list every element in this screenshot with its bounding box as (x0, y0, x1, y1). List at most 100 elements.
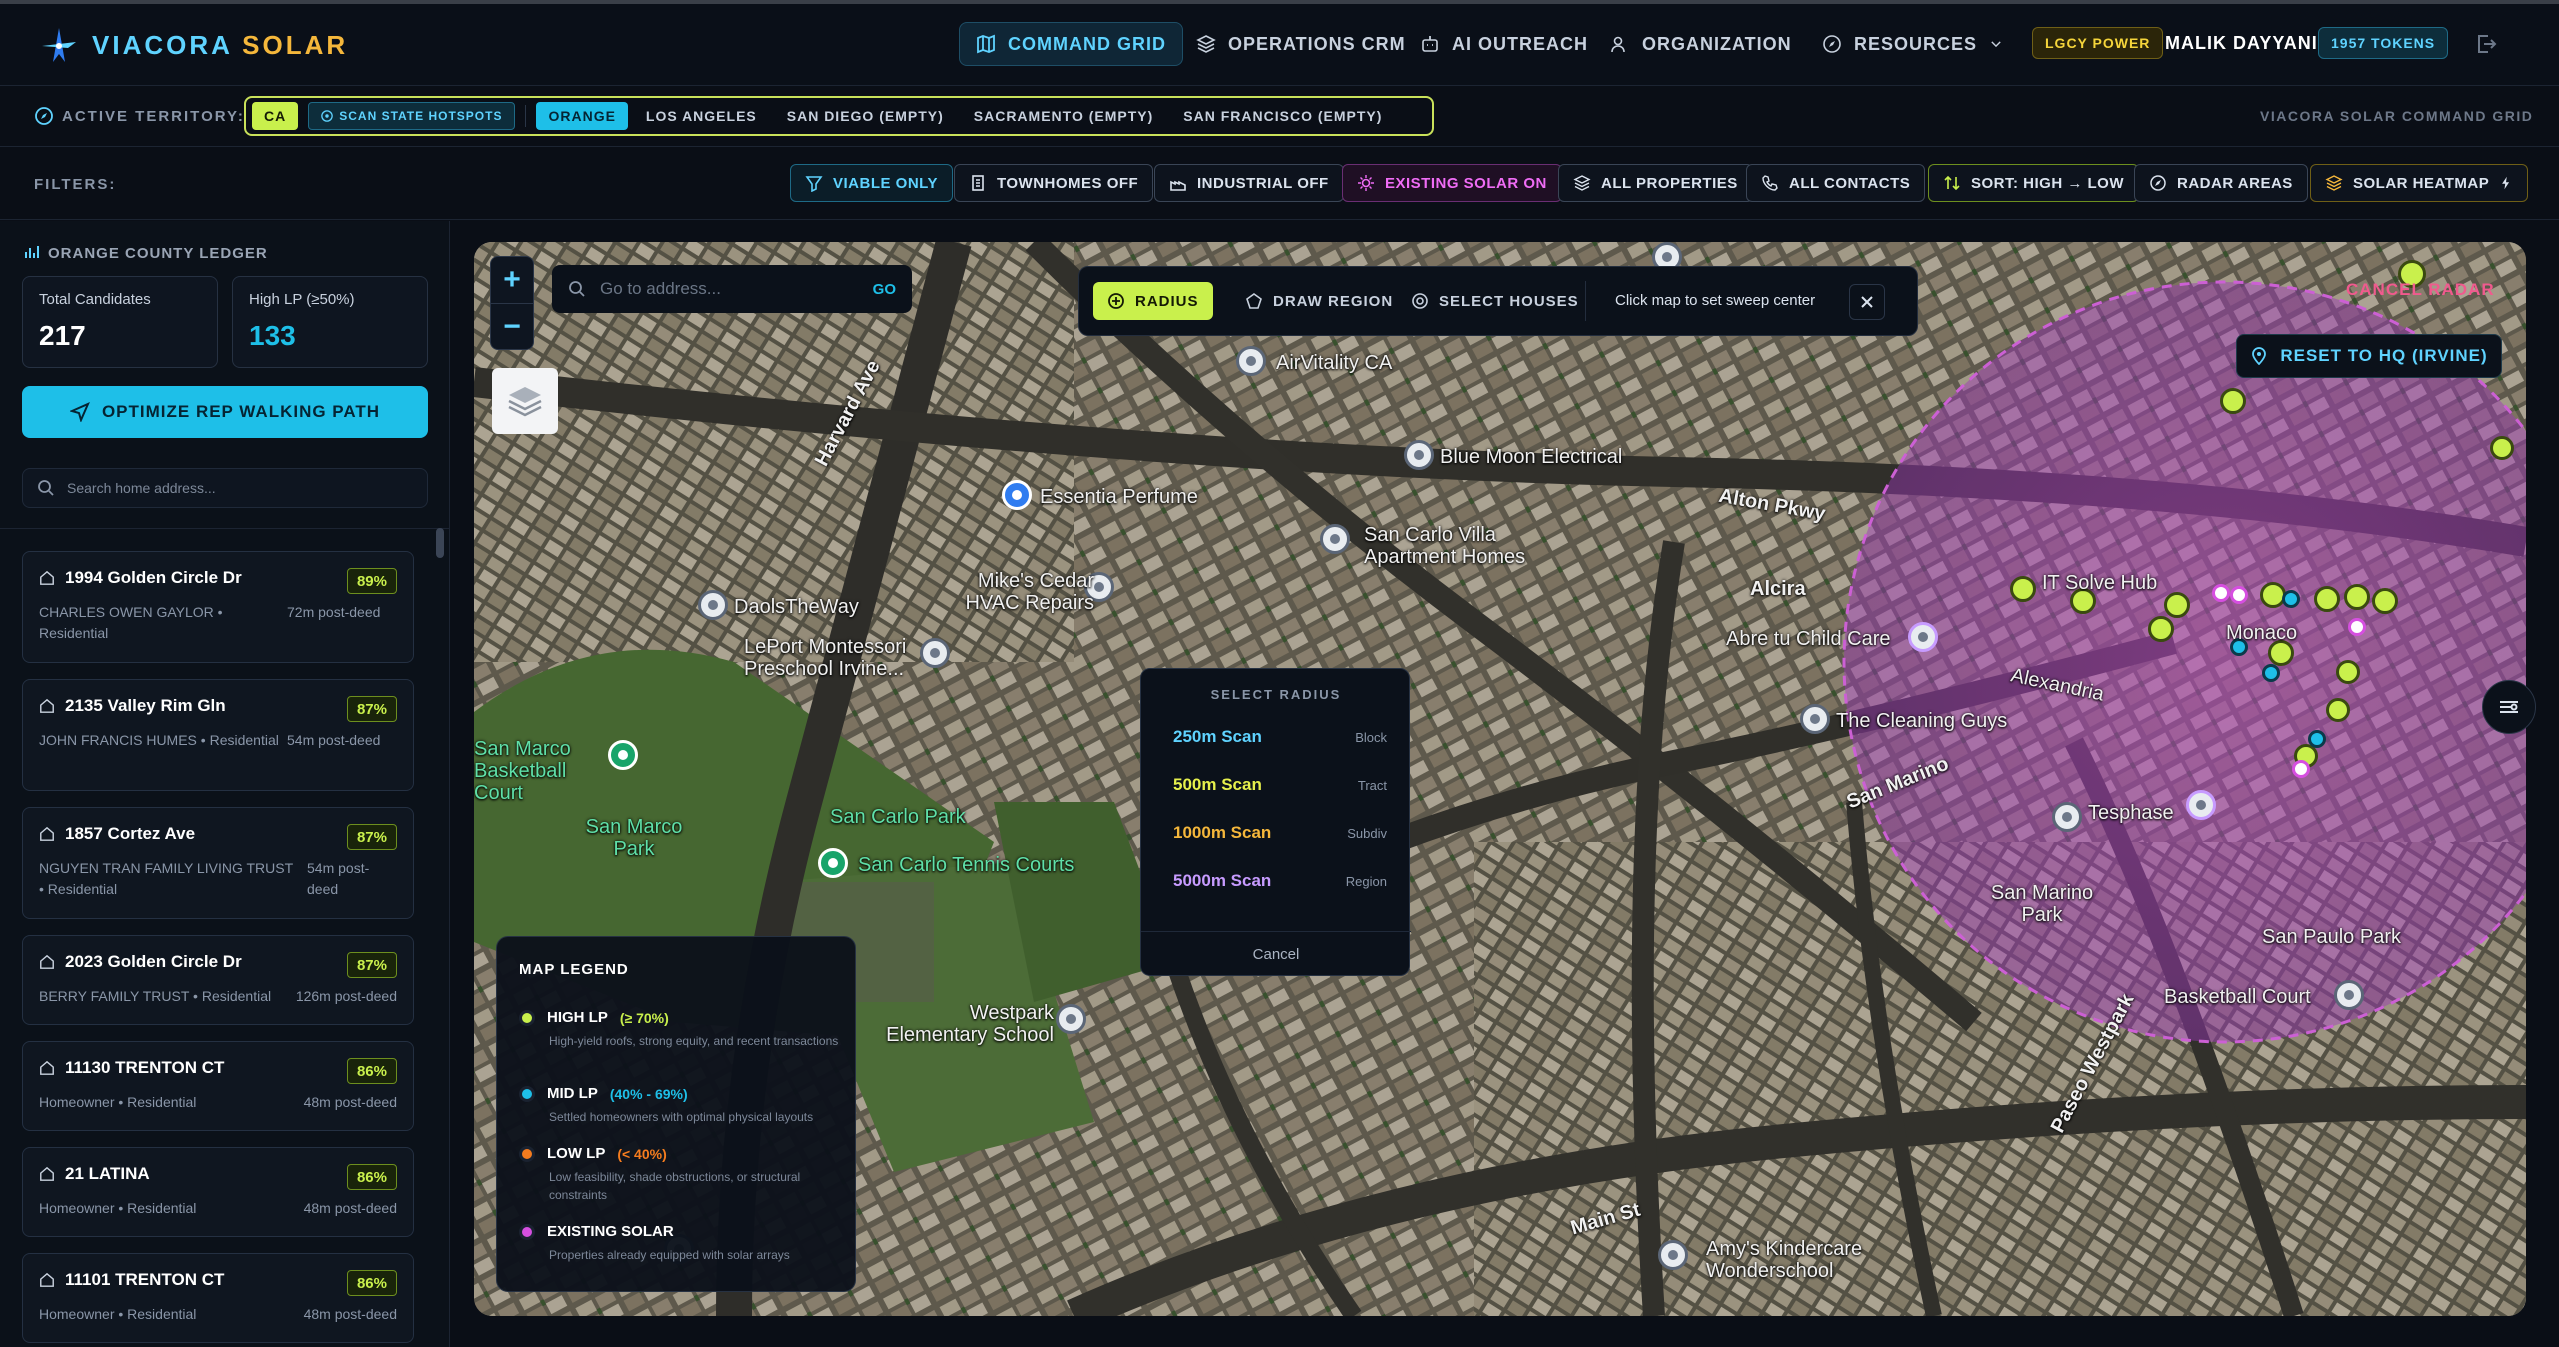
place-label[interactable]: Blue Moon Electrical (1440, 446, 1622, 469)
place-label[interactable]: Amy's Kindercare Wonderschool (1706, 1238, 1906, 1282)
filter-existing-solar[interactable]: EXISTING SOLAR ON (1342, 164, 1562, 202)
lead-marker-high[interactable] (2336, 660, 2360, 684)
existing-solar-marker[interactable] (2212, 584, 2230, 602)
existing-solar-marker[interactable] (2292, 760, 2310, 778)
county-los-angeles[interactable]: LOS ANGELES (634, 102, 769, 130)
mode-draw-region-button[interactable]: DRAW REGION (1231, 282, 1407, 320)
lead-marker-high[interactable] (2220, 388, 2246, 414)
place-label[interactable]: San Marco Basketball Court (474, 738, 614, 804)
panel-toggle-button[interactable] (2482, 680, 2536, 734)
filter-solar-heatmap[interactable]: SOLAR HEATMAP (2310, 164, 2529, 202)
map-search-go-button[interactable]: GO (873, 281, 896, 298)
radius-option-5000m[interactable]: 5000m Scan Region (1173, 871, 1387, 891)
lead-marker-high[interactable] (2372, 588, 2398, 614)
place-label[interactable]: AirVitality CA (1276, 352, 1392, 375)
place-label[interactable]: Tesphase (2088, 802, 2174, 825)
radius-cancel-button[interactable]: Cancel (1141, 931, 1411, 963)
optimize-walking-path-button[interactable]: OPTIMIZE REP WALKING PATH (22, 386, 428, 438)
candidate-card[interactable]: 2135 Valley Rim Gln 87% JOHN FRANCIS HUM… (22, 679, 414, 791)
place-label[interactable]: San Paulo Park (2262, 926, 2401, 949)
candidate-list[interactable]: 1994 Golden Circle Dr 89% CHARLES OWEN G… (0, 528, 450, 1347)
lead-marker-high[interactable] (2490, 436, 2514, 460)
place-label[interactable]: San Carlo Tennis Courts (858, 854, 1074, 877)
filter-radar-areas[interactable]: RADAR AREAS (2134, 164, 2308, 202)
lead-marker-high[interactable] (2164, 592, 2190, 618)
place-label[interactable]: San Carlo Villa Apartment Homes (1364, 524, 1564, 568)
scan-state-hotspots-button[interactable]: SCAN STATE HOTSPOTS (308, 102, 516, 130)
existing-solar-marker[interactable] (2348, 618, 2366, 636)
cancel-radar-button[interactable]: CANCEL RADAR (2346, 280, 2495, 300)
lead-marker-high[interactable] (2344, 584, 2370, 610)
lead-marker-mid[interactable] (2282, 590, 2300, 608)
close-mode-button[interactable] (1849, 284, 1885, 320)
place-label[interactable]: IT Solve Hub (2042, 572, 2157, 595)
lead-marker-high[interactable] (2010, 576, 2036, 602)
radius-option-1000m[interactable]: 1000m Scan Subdiv (1173, 823, 1387, 843)
candidate-card[interactable]: 21 LATINA 86% Homeowner • Residential 48m… (22, 1147, 414, 1237)
filter-all-properties[interactable]: ALL PROPERTIES (1558, 164, 1753, 202)
place-label[interactable]: Abre tu Child Care (1726, 628, 1891, 651)
candidate-card[interactable]: 2023 Golden Circle Dr 87% BERRY FAMILY T… (22, 935, 414, 1025)
place-pin[interactable] (1236, 346, 1266, 376)
nav-operations-crm[interactable]: OPERATIONS CRM (1180, 22, 1422, 66)
radius-option-250m[interactable]: 250m Scan Block (1173, 727, 1387, 747)
place-pin[interactable] (2052, 802, 2082, 832)
place-label[interactable]: San Carlo Park (830, 806, 966, 829)
layer-toggle-button[interactable] (492, 368, 558, 434)
place-pin[interactable] (2334, 980, 2364, 1010)
place-label[interactable]: San Marino Park (1982, 882, 2102, 926)
candidate-card[interactable]: 11101 TRENTON CT 86% Homeowner • Residen… (22, 1253, 414, 1343)
county-orange[interactable]: ORANGE (536, 102, 628, 130)
nav-organization[interactable]: ORGANIZATION (1594, 22, 1808, 66)
existing-solar-marker[interactable] (2230, 586, 2248, 604)
user-name[interactable]: MALIK DAYYANI (2165, 33, 2318, 54)
school-pin-icon[interactable] (1056, 1004, 1086, 1034)
filter-viable-only[interactable]: VIABLE ONLY (790, 164, 953, 202)
lead-marker-high[interactable] (2314, 586, 2340, 612)
token-badge[interactable]: 1957 TOKENS (2318, 27, 2449, 59)
reset-to-hq-button[interactable]: RESET TO HQ (IRVINE) (2236, 334, 2502, 378)
zoom-in-button[interactable]: + (491, 257, 533, 303)
place-pin[interactable] (1320, 524, 1350, 554)
candidate-card[interactable]: 11130 TRENTON CT 86% Homeowner • Residen… (22, 1041, 414, 1131)
map-address-search[interactable]: Go to address... GO (552, 265, 912, 313)
lead-marker-high[interactable] (2326, 698, 2350, 722)
candidate-card[interactable]: 1857 Cortez Ave 87% NGUYEN TRAN FAMILY L… (22, 807, 414, 919)
mode-radius-button[interactable]: RADIUS (1093, 282, 1213, 320)
place-label[interactable]: Westpark Elementary School (874, 1002, 1054, 1046)
county-san-francisco[interactable]: SAN FRANCISCO (EMPTY) (1171, 102, 1394, 130)
place-pin[interactable] (1404, 440, 1434, 470)
place-label[interactable]: LePort Montessori Preschool Irvine... (744, 636, 924, 680)
lead-marker-mid[interactable] (2308, 730, 2326, 748)
place-label[interactable]: Essentia Perfume (1040, 486, 1198, 509)
place-pin[interactable] (1908, 622, 1938, 652)
place-pin[interactable] (1800, 704, 1830, 734)
brand-logo[interactable]: VIACORA SOLAR (40, 26, 348, 64)
state-pill[interactable]: CA (252, 102, 299, 130)
sort-high-low[interactable]: SORT: HIGH → LOW (1928, 164, 2139, 202)
park-pin-icon[interactable] (818, 848, 848, 878)
place-pin[interactable] (698, 590, 728, 620)
lead-marker-mid[interactable] (2262, 664, 2280, 682)
place-label[interactable]: The Cleaning Guys (1836, 710, 2007, 733)
home-address-search[interactable]: Search home address... (22, 468, 428, 508)
nav-command-grid[interactable]: COMMAND GRID (959, 22, 1183, 66)
lead-marker-high[interactable] (2148, 616, 2174, 642)
place-pin[interactable] (920, 638, 950, 668)
place-pin[interactable] (2186, 790, 2216, 820)
mode-select-houses-button[interactable]: SELECT HOUSES (1397, 282, 1593, 320)
school-pin-icon[interactable] (1658, 1240, 1688, 1270)
filter-industrial[interactable]: INDUSTRIAL OFF (1154, 164, 1344, 202)
county-san-diego[interactable]: SAN DIEGO (EMPTY) (775, 102, 956, 130)
radius-option-500m[interactable]: 500m Scan Tract (1173, 775, 1387, 795)
place-label[interactable]: San Marco Park (584, 816, 684, 860)
lock-pin-icon[interactable] (1002, 480, 1032, 510)
place-label[interactable]: DaolsTheWay (734, 596, 859, 619)
place-label[interactable]: Mike's Cedar HVAC Repairs (944, 570, 1094, 614)
candidate-card[interactable]: 1994 Golden Circle Dr 89% CHARLES OWEN G… (22, 551, 414, 663)
filter-townhomes[interactable]: TOWNHOMES OFF (954, 164, 1154, 202)
nav-ai-outreach[interactable]: AI OUTREACH (1404, 22, 1604, 66)
zoom-out-button[interactable]: − (491, 303, 533, 349)
nav-resources[interactable]: RESOURCES (1806, 22, 2019, 66)
logout-icon[interactable] (2474, 32, 2498, 56)
